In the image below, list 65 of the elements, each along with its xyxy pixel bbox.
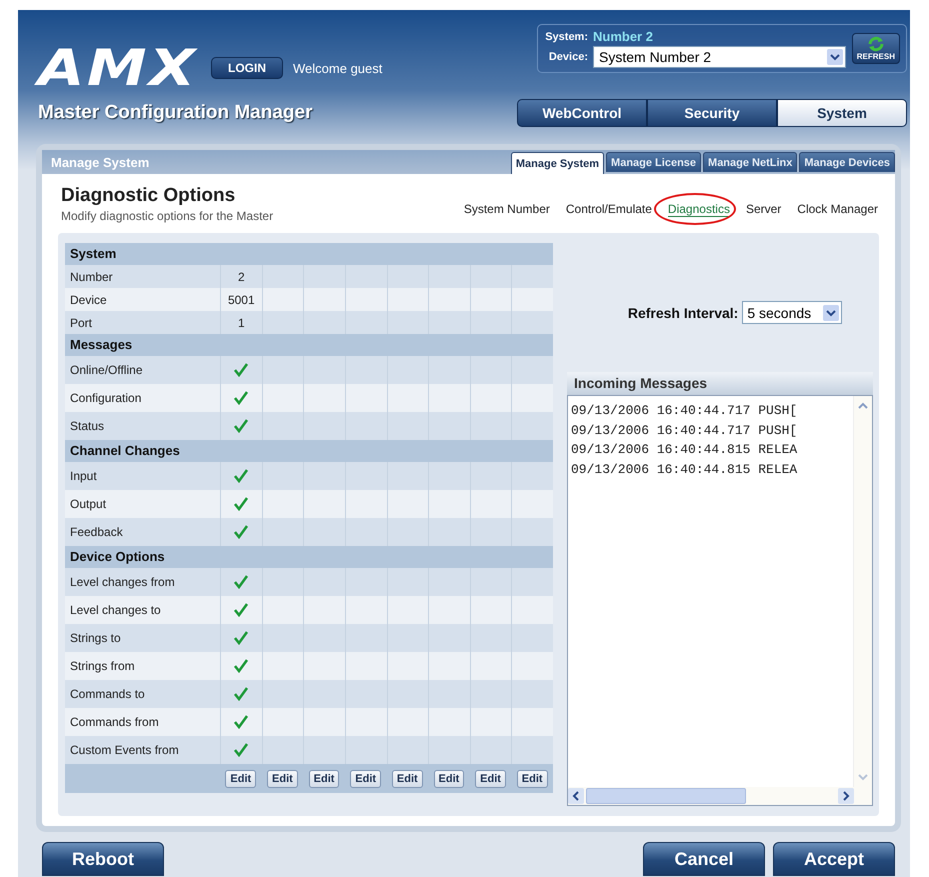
panel-tab[interactable]: Manage Devices — [799, 152, 895, 172]
cancel-button[interactable]: Cancel — [643, 842, 765, 876]
edit-button[interactable]: Edit — [392, 770, 423, 788]
panel-title: Manage System — [51, 154, 150, 170]
section-header: Messages — [65, 334, 553, 356]
section-header: Device Options — [65, 546, 553, 568]
nav-tab[interactable]: Security — [647, 99, 777, 127]
nav-tab[interactable]: System — [777, 99, 907, 127]
login-button[interactable]: LOGIN — [211, 57, 284, 79]
table-cell-text: Status — [69, 418, 106, 435]
reboot-button[interactable]: Reboot — [42, 842, 164, 876]
system-value: Number 2 — [593, 29, 653, 44]
message-line: 09/13/2006 16:40:44.815 RELEA — [571, 460, 798, 478]
nav-link[interactable]: Server — [746, 202, 782, 216]
table-cell-text: Feedback — [69, 524, 124, 541]
panel-tab[interactable]: Manage License — [606, 152, 702, 172]
refresh-button[interactable]: REFRESH — [852, 33, 900, 64]
table-cell-text: Number — [69, 268, 114, 286]
table-cell-text: Strings to — [69, 630, 122, 647]
section-header: Channel Changes — [65, 440, 553, 462]
edit-button[interactable]: Edit — [267, 770, 298, 788]
edit-button[interactable]: Edit — [350, 770, 382, 788]
system-label: System: — [544, 30, 588, 42]
table-cell-text: Output — [69, 496, 108, 513]
nav-link[interactable]: Control/Emulate — [566, 202, 652, 216]
refresh-interval-label: Refresh Interval: — [628, 304, 738, 320]
vertical-scrollbar[interactable] — [853, 396, 872, 787]
welcome-text: Welcome guest — [293, 60, 382, 76]
horizontal-scrollbar[interactable] — [568, 787, 872, 805]
table-cell-text: Level changes from — [69, 574, 176, 591]
device-label: Device: — [548, 51, 588, 63]
message-line: 09/13/2006 16:40:44.717 PUSH[ — [571, 422, 798, 440]
message-line: 09/13/2006 16:40:44.717 PUSH[ — [571, 402, 798, 420]
accept-button[interactable]: Accept — [773, 842, 895, 876]
table-cell-text: Port — [69, 314, 94, 332]
table-cell-text: Commands to — [69, 686, 146, 703]
table-cell-text: Level changes to — [69, 602, 162, 619]
section-header: System — [65, 243, 553, 265]
edit-button[interactable]: Edit — [225, 770, 256, 788]
page-heading: Diagnostic Options — [61, 185, 236, 207]
table-cell-text: Strings from — [69, 658, 136, 675]
edit-button[interactable]: Edit — [434, 770, 464, 788]
nav-link[interactable]: Clock Manager — [797, 202, 878, 216]
table-cell-text: Input — [69, 468, 98, 485]
panel-tab[interactable]: Manage NetLinx — [703, 152, 798, 172]
nav-tab[interactable]: WebControl — [517, 99, 647, 127]
table-cell-text: Device — [69, 292, 108, 308]
edit-button[interactable]: Edit — [475, 770, 506, 788]
page-subheading: Modify diagnostic options for the Master — [61, 209, 274, 223]
message-line: 09/13/2006 16:40:44.815 RELEA — [571, 441, 798, 459]
nav-link[interactable]: Diagnostics — [668, 202, 730, 217]
messages-header: Incoming Messages — [567, 372, 873, 395]
nav-link[interactable]: System Number — [464, 202, 550, 216]
refresh-icon — [866, 36, 886, 52]
table-cell-text: Online/Offline — [69, 362, 144, 379]
table-cell-text: Configuration — [69, 390, 142, 407]
edit-button[interactable]: Edit — [308, 770, 340, 788]
panel-tab[interactable]: Manage System — [510, 152, 604, 174]
table-cell-text: Commands from — [69, 714, 160, 731]
table-cell-text: Custom Events from — [69, 742, 180, 759]
app-title: Master Configuration Manager — [38, 102, 314, 124]
scroll-thumb[interactable] — [586, 788, 746, 804]
edit-button[interactable]: Edit — [516, 770, 548, 788]
device-dropdown[interactable]: System Number 2 — [593, 46, 846, 68]
refresh-interval-dropdown[interactable]: 5 seconds — [742, 301, 842, 324]
